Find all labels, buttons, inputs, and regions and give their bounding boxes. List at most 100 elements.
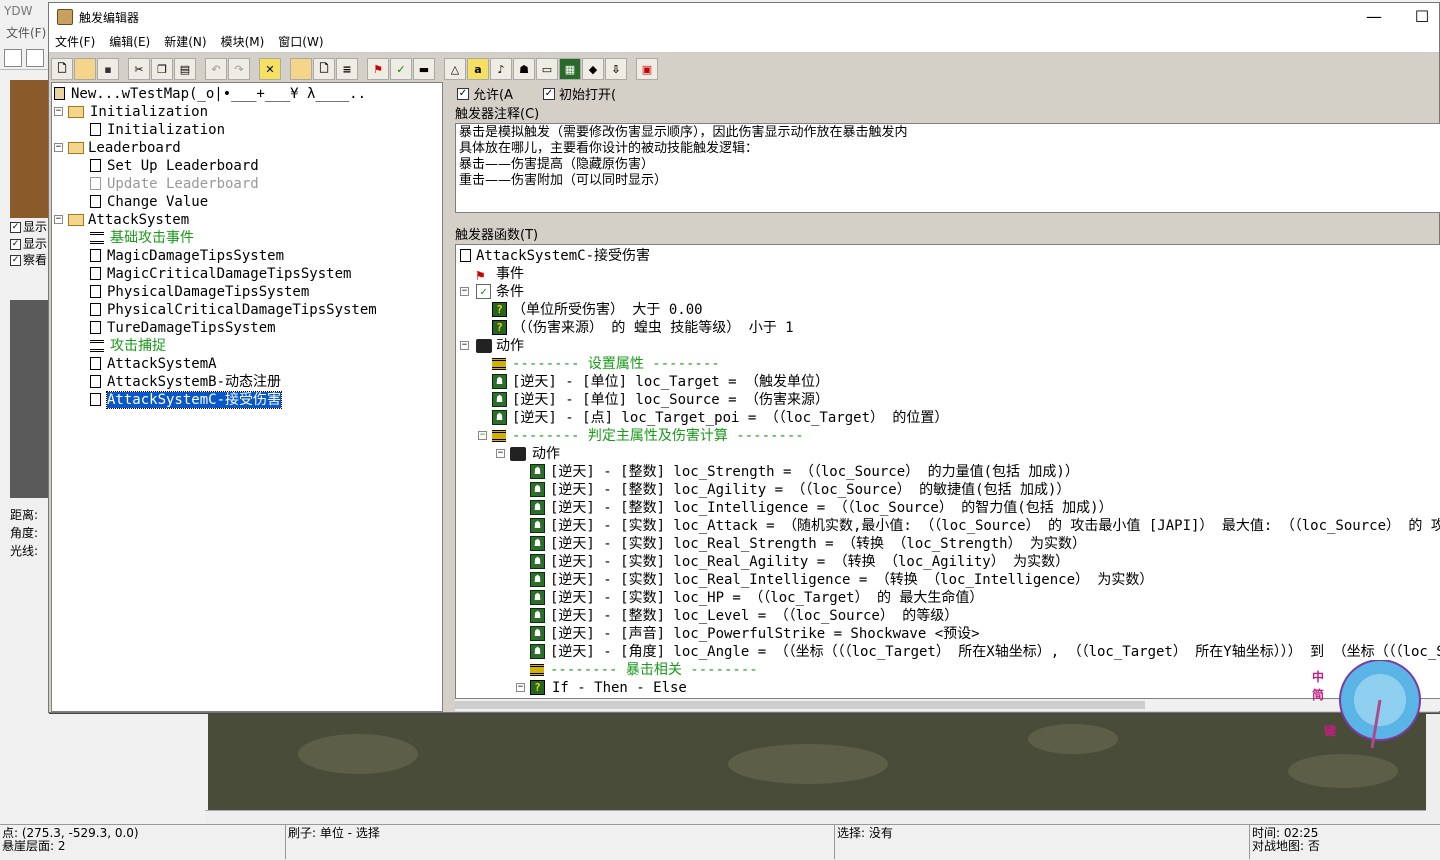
trigger-tree[interactable]: New...wTestMap(_o|•___+___¥ λ____.. − Ini… xyxy=(51,82,443,712)
menu-edit[interactable]: 编辑(E) xyxy=(109,33,150,50)
tree-comment-basic-attack-event[interactable]: 基础攻击事件 xyxy=(90,229,194,247)
new-condition-icon[interactable]: ✓ xyxy=(390,58,412,80)
tree-trigger-set-up-leaderboard[interactable]: Set Up Leaderboard xyxy=(90,157,259,175)
light-label: 光线: xyxy=(10,544,39,558)
func-comment-main-attribute[interactable]: − -------- 判定主属性及伤害计算 -------- xyxy=(478,427,804,445)
tree-map-root[interactable]: New...wTestMap(_o|•___+___¥ λ____.. xyxy=(54,85,366,103)
func-action-line[interactable]: ☗ [逆天] - [单位] loc_Source = （伤害来源） xyxy=(492,391,829,409)
tree-trigger-attacksystem-a[interactable]: AttackSystemA xyxy=(90,355,217,373)
map-horizontal-scrollbar[interactable] xyxy=(205,810,1426,824)
func-action-line[interactable]: ☗ [逆天] - [实数] loc_Real_Agility = （转换 （loc… xyxy=(530,553,1069,571)
test-map-icon[interactable]: ▣ xyxy=(636,58,658,80)
scrollbar-thumb[interactable] xyxy=(455,701,1145,709)
new-icon[interactable]: 🗋 xyxy=(51,58,73,80)
background-checkbox-3[interactable]: ✓ 察看 xyxy=(10,252,47,268)
save-icon[interactable]: ▪ xyxy=(97,58,119,80)
functions-horizontal-scrollbar[interactable] xyxy=(455,699,1440,711)
new-comment-icon[interactable]: ≡ xyxy=(336,58,358,80)
func-if-then-else[interactable]: −? If - Then - Else xyxy=(516,679,687,697)
initially-on-checkbox[interactable]: ✓ 初始打开( xyxy=(542,84,616,103)
trigger-detail-pane: ✓ 允许(A ✓ 初始打开( 触发器注释(C) 暴击是模拟触发（需要修改伤害显示顺序… xyxy=(453,82,1440,714)
camera-icon[interactable]: ▦ xyxy=(559,58,581,80)
new-trigger-icon[interactable]: 🗋 xyxy=(313,58,335,80)
func-condition-1[interactable]: ? （单位所受伤害） 大于 0.00 xyxy=(492,301,703,319)
func-action-line[interactable]: ☗ [逆天] - [整数] loc_Level = （（loc_Source） 的… xyxy=(530,607,958,625)
delete-icon[interactable]: ✕ xyxy=(259,58,281,80)
bg-open-icon[interactable] xyxy=(26,49,44,67)
background-checkbox-2[interactable]: ✓ 显示 xyxy=(10,236,47,252)
ime-keyboard-label: 键 xyxy=(1324,724,1337,738)
unit-icon[interactable]: ☗ xyxy=(513,58,535,80)
tree-trigger-initialization[interactable]: Initialization xyxy=(90,121,225,139)
func-comment-set-attributes[interactable]: -------- 设置属性 -------- xyxy=(492,355,720,373)
func-action-line[interactable]: ☗ [逆天] - [声音] loc_PowerfulStrike = Shockw… xyxy=(530,625,980,643)
func-action-line[interactable]: ☗ [逆天] - [实数] loc_HP = （（loc_Target） 的 最大… xyxy=(530,589,983,607)
func-action-line[interactable]: ☗ [逆天] - [实数] loc_Real_Intelligence = （转换… xyxy=(530,571,1153,589)
terrain-icon[interactable]: △ xyxy=(444,58,466,80)
status-selection: 选择: 没有 xyxy=(837,826,893,840)
tree-trigger-attacksystem-b[interactable]: AttackSystemB-动态注册 xyxy=(90,373,281,391)
bg-new-icon[interactable] xyxy=(4,49,22,67)
func-actions[interactable]: − 动作 xyxy=(460,337,524,355)
menu-new[interactable]: 新建(N) xyxy=(164,33,206,50)
tree-comment-attack-capture[interactable]: 攻击捕捉 xyxy=(90,337,166,355)
new-event-icon[interactable]: ⚑ xyxy=(367,58,389,80)
func-conditions[interactable]: − ✓ 条件 xyxy=(460,283,524,301)
func-action-line[interactable]: ☗ [逆天] - [整数] loc_Agility = （（loc_Source）… xyxy=(530,481,1070,499)
copy-icon[interactable]: ❐ xyxy=(151,58,173,80)
tree-trigger-physical-critical-damage-tips[interactable]: PhysicalCriticalDamageTipsSystem xyxy=(90,301,377,319)
background-menu-file[interactable]: 文件(F) xyxy=(6,24,46,41)
undo-icon[interactable]: ↶ xyxy=(205,58,227,80)
tree-trigger-update-leaderboard[interactable]: Update Leaderboard xyxy=(90,175,259,193)
status-brush: 刷子: 单位 - 选择 xyxy=(288,826,380,840)
paste-icon[interactable]: ▤ xyxy=(174,58,196,80)
enabled-checkbox[interactable]: ✓ 允许(A xyxy=(457,84,513,103)
status-bar: 点: (275.3, -529.3, 0.0) 悬崖层面: 2 刷子: 单位 -… xyxy=(0,824,1440,860)
func-action-line[interactable]: ☗ [逆天] - [实数] loc_Real_Strength = （转换 （lo… xyxy=(530,535,1086,553)
func-action-line[interactable]: ☗ [逆天] - [点] loc_Target_poi = （（loc_Targe… xyxy=(492,409,948,427)
minimize-button[interactable]: — xyxy=(1359,7,1389,27)
comment-textarea[interactable]: 暴击是模拟触发（需要修改伤害显示顺序），因此伤害显示动作放在暴击触发内 具体放在… xyxy=(455,123,1440,213)
tree-category-initialization[interactable]: − Initialization xyxy=(54,103,208,121)
menu-window[interactable]: 窗口(W) xyxy=(278,33,323,50)
func-action-line[interactable]: ☗ [逆天] - [整数] loc_Intelligence = （（loc_So… xyxy=(530,499,1113,517)
tree-trigger-magic-damage-tips[interactable]: MagicDamageTipsSystem xyxy=(90,247,284,265)
new-category-icon[interactable] xyxy=(290,58,312,80)
new-action-icon[interactable]: ▬ xyxy=(413,58,435,80)
ime-status-widget[interactable]: 中 简 键 xyxy=(1310,659,1440,754)
func-action-line[interactable]: ☗ [逆天] - [角度] loc_Angle = （（坐标（（（loc_Targ… xyxy=(530,643,1440,661)
tree-trigger-attacksystem-c[interactable]: AttackSystemC-接受伤害 xyxy=(90,391,283,409)
func-root[interactable]: AttackSystemC-接受伤害 xyxy=(458,247,650,265)
trigger-editor-app-icon xyxy=(57,9,73,25)
sound-icon[interactable]: ♪ xyxy=(490,58,512,80)
tree-category-attacksystem[interactable]: − AttackSystem xyxy=(54,211,189,229)
open-icon[interactable] xyxy=(74,58,96,80)
func-action-line[interactable]: ☗ [逆天] - [整数] loc_Strength = （（loc_Source… xyxy=(530,463,1079,481)
angle-label: 角度: xyxy=(10,526,39,540)
func-condition-2[interactable]: ? （（伤害来源） 的 蝗虫 技能等级） 小于 1 xyxy=(492,319,794,337)
redo-icon[interactable]: ↷ xyxy=(228,58,250,80)
tree-trigger-magic-critical-damage-tips[interactable]: MagicCriticalDamageTipsSystem xyxy=(90,265,351,283)
import-icon[interactable]: ⇩ xyxy=(605,58,627,80)
func-action-line[interactable]: ☗ [逆天] - [实数] loc_Attack = （随机实数,最小值: （（l… xyxy=(530,517,1440,535)
cut-icon[interactable]: ✂ xyxy=(128,58,150,80)
terrain-map-view[interactable] xyxy=(208,714,1426,810)
background-checkbox-1[interactable]: ✓ 显示 xyxy=(10,219,47,235)
func-action-line[interactable]: ☗ [逆天] - [单位] loc_Target = （触发单位） xyxy=(492,373,829,391)
object-editor-icon[interactable]: ▭ xyxy=(536,58,558,80)
menu-module[interactable]: 模块(M) xyxy=(221,33,265,50)
func-nested-actions[interactable]: − 动作 xyxy=(496,445,560,463)
tree-trigger-true-damage-tips[interactable]: TureDamageTipsSystem xyxy=(90,319,276,337)
text-icon[interactable]: a xyxy=(467,58,489,80)
tree-trigger-change-value[interactable]: Change Value xyxy=(90,193,208,211)
tree-category-leaderboard[interactable]: − Leaderboard xyxy=(54,139,181,157)
menu-file[interactable]: 文件(F) xyxy=(55,33,95,50)
ai-icon[interactable]: ◆ xyxy=(582,58,604,80)
func-events[interactable]: ⚑ 事件 xyxy=(476,265,524,284)
func-comment-critical[interactable]: -------- 暴击相关 -------- xyxy=(530,661,758,679)
tree-trigger-physical-damage-tips[interactable]: PhysicalDamageTipsSystem xyxy=(90,283,309,301)
title-bar[interactable]: 触发编辑器 — ☐ xyxy=(49,3,1439,31)
functions-label: 触发器函数(T) xyxy=(455,228,539,243)
trigger-functions-tree[interactable]: AttackSystemC-接受伤害 ⚑ 事件 − ✓ 条件 ? （单位所受伤害） 大于… xyxy=(455,244,1440,699)
maximize-button[interactable]: ☐ xyxy=(1407,7,1437,27)
